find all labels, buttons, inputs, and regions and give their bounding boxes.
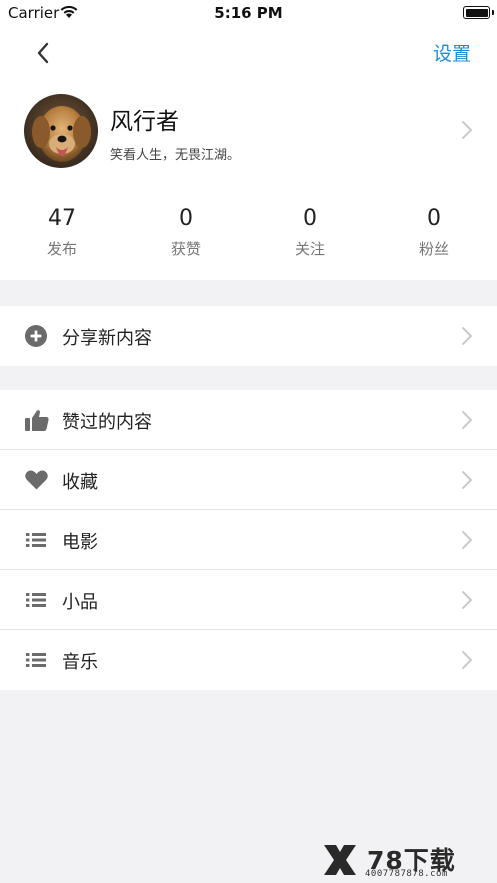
status-bar: Carrier 5:16 PM bbox=[0, 0, 497, 26]
stat-value: 0 bbox=[427, 206, 441, 231]
watermark: 78下载 4007787878.com bbox=[321, 841, 491, 879]
movies-row[interactable]: 电影 bbox=[0, 510, 497, 570]
chevron-right-icon bbox=[462, 591, 472, 609]
stat-value: 0 bbox=[303, 206, 317, 231]
avatar-image bbox=[24, 94, 98, 168]
list-icon bbox=[26, 533, 46, 547]
profile-header: 设置 风行者 笑看人生，无畏江湖。 47 发布 0 获赞 0 关注 0 粉丝 bbox=[0, 26, 497, 280]
stat-following[interactable]: 0 关注 bbox=[248, 204, 372, 264]
heart-icon bbox=[25, 470, 48, 490]
watermark-logo-icon bbox=[324, 845, 356, 875]
stat-likes[interactable]: 0 获赞 bbox=[124, 204, 248, 264]
sketches-row[interactable]: 小品 bbox=[0, 570, 497, 630]
clock: 5:16 PM bbox=[214, 4, 283, 22]
stat-posts[interactable]: 47 发布 bbox=[0, 204, 124, 264]
stat-followers[interactable]: 0 粉丝 bbox=[372, 204, 496, 264]
chevron-right-icon bbox=[462, 531, 472, 549]
chevron-right-icon bbox=[462, 471, 472, 489]
stat-label: 获赞 bbox=[170, 240, 201, 258]
stat-label: 粉丝 bbox=[418, 240, 449, 258]
battery-tip bbox=[492, 10, 494, 15]
bio: 笑看人生，无畏江湖。 bbox=[110, 148, 241, 163]
username: 风行者 bbox=[110, 109, 179, 135]
stat-value: 0 bbox=[179, 206, 193, 231]
share-new-content-row[interactable]: 分享新内容 bbox=[0, 306, 497, 366]
row-label: 分享新内容 bbox=[62, 328, 152, 349]
stat-value: 47 bbox=[48, 206, 76, 231]
plus-circle-icon bbox=[25, 325, 47, 347]
liked-content-row[interactable]: 赞过的内容 bbox=[0, 390, 497, 450]
chevron-right-icon bbox=[462, 121, 472, 139]
settings-button[interactable]: 设置 bbox=[433, 39, 471, 66]
watermark-phone: 4007787878.com bbox=[365, 869, 448, 879]
stat-label: 发布 bbox=[46, 240, 77, 258]
list-icon bbox=[26, 653, 46, 667]
music-row[interactable]: 音乐 bbox=[0, 630, 497, 690]
avatar[interactable] bbox=[24, 94, 98, 168]
row-label: 小品 bbox=[62, 592, 98, 613]
thumbs-up-icon bbox=[25, 410, 49, 431]
stats-bar: 47 发布 0 获赞 0 关注 0 粉丝 bbox=[0, 204, 497, 264]
battery-icon bbox=[463, 6, 490, 19]
chevron-left-icon[interactable] bbox=[32, 40, 56, 66]
row-label: 音乐 bbox=[62, 652, 98, 673]
row-label: 赞过的内容 bbox=[62, 412, 152, 433]
stat-label: 关注 bbox=[294, 240, 325, 258]
row-label: 电影 bbox=[62, 532, 98, 553]
favorites-row[interactable]: 收藏 bbox=[0, 450, 497, 510]
menu-section: 赞过的内容 收藏 电影 小品 音乐 bbox=[0, 390, 497, 690]
chevron-right-icon bbox=[462, 411, 472, 429]
profile-row[interactable]: 风行者 笑看人生，无畏江湖。 bbox=[0, 94, 497, 170]
chevron-right-icon bbox=[462, 327, 472, 345]
row-label: 收藏 bbox=[62, 472, 98, 493]
list-icon bbox=[26, 593, 46, 607]
chevron-right-icon bbox=[462, 651, 472, 669]
share-section: 分享新内容 bbox=[0, 306, 497, 366]
